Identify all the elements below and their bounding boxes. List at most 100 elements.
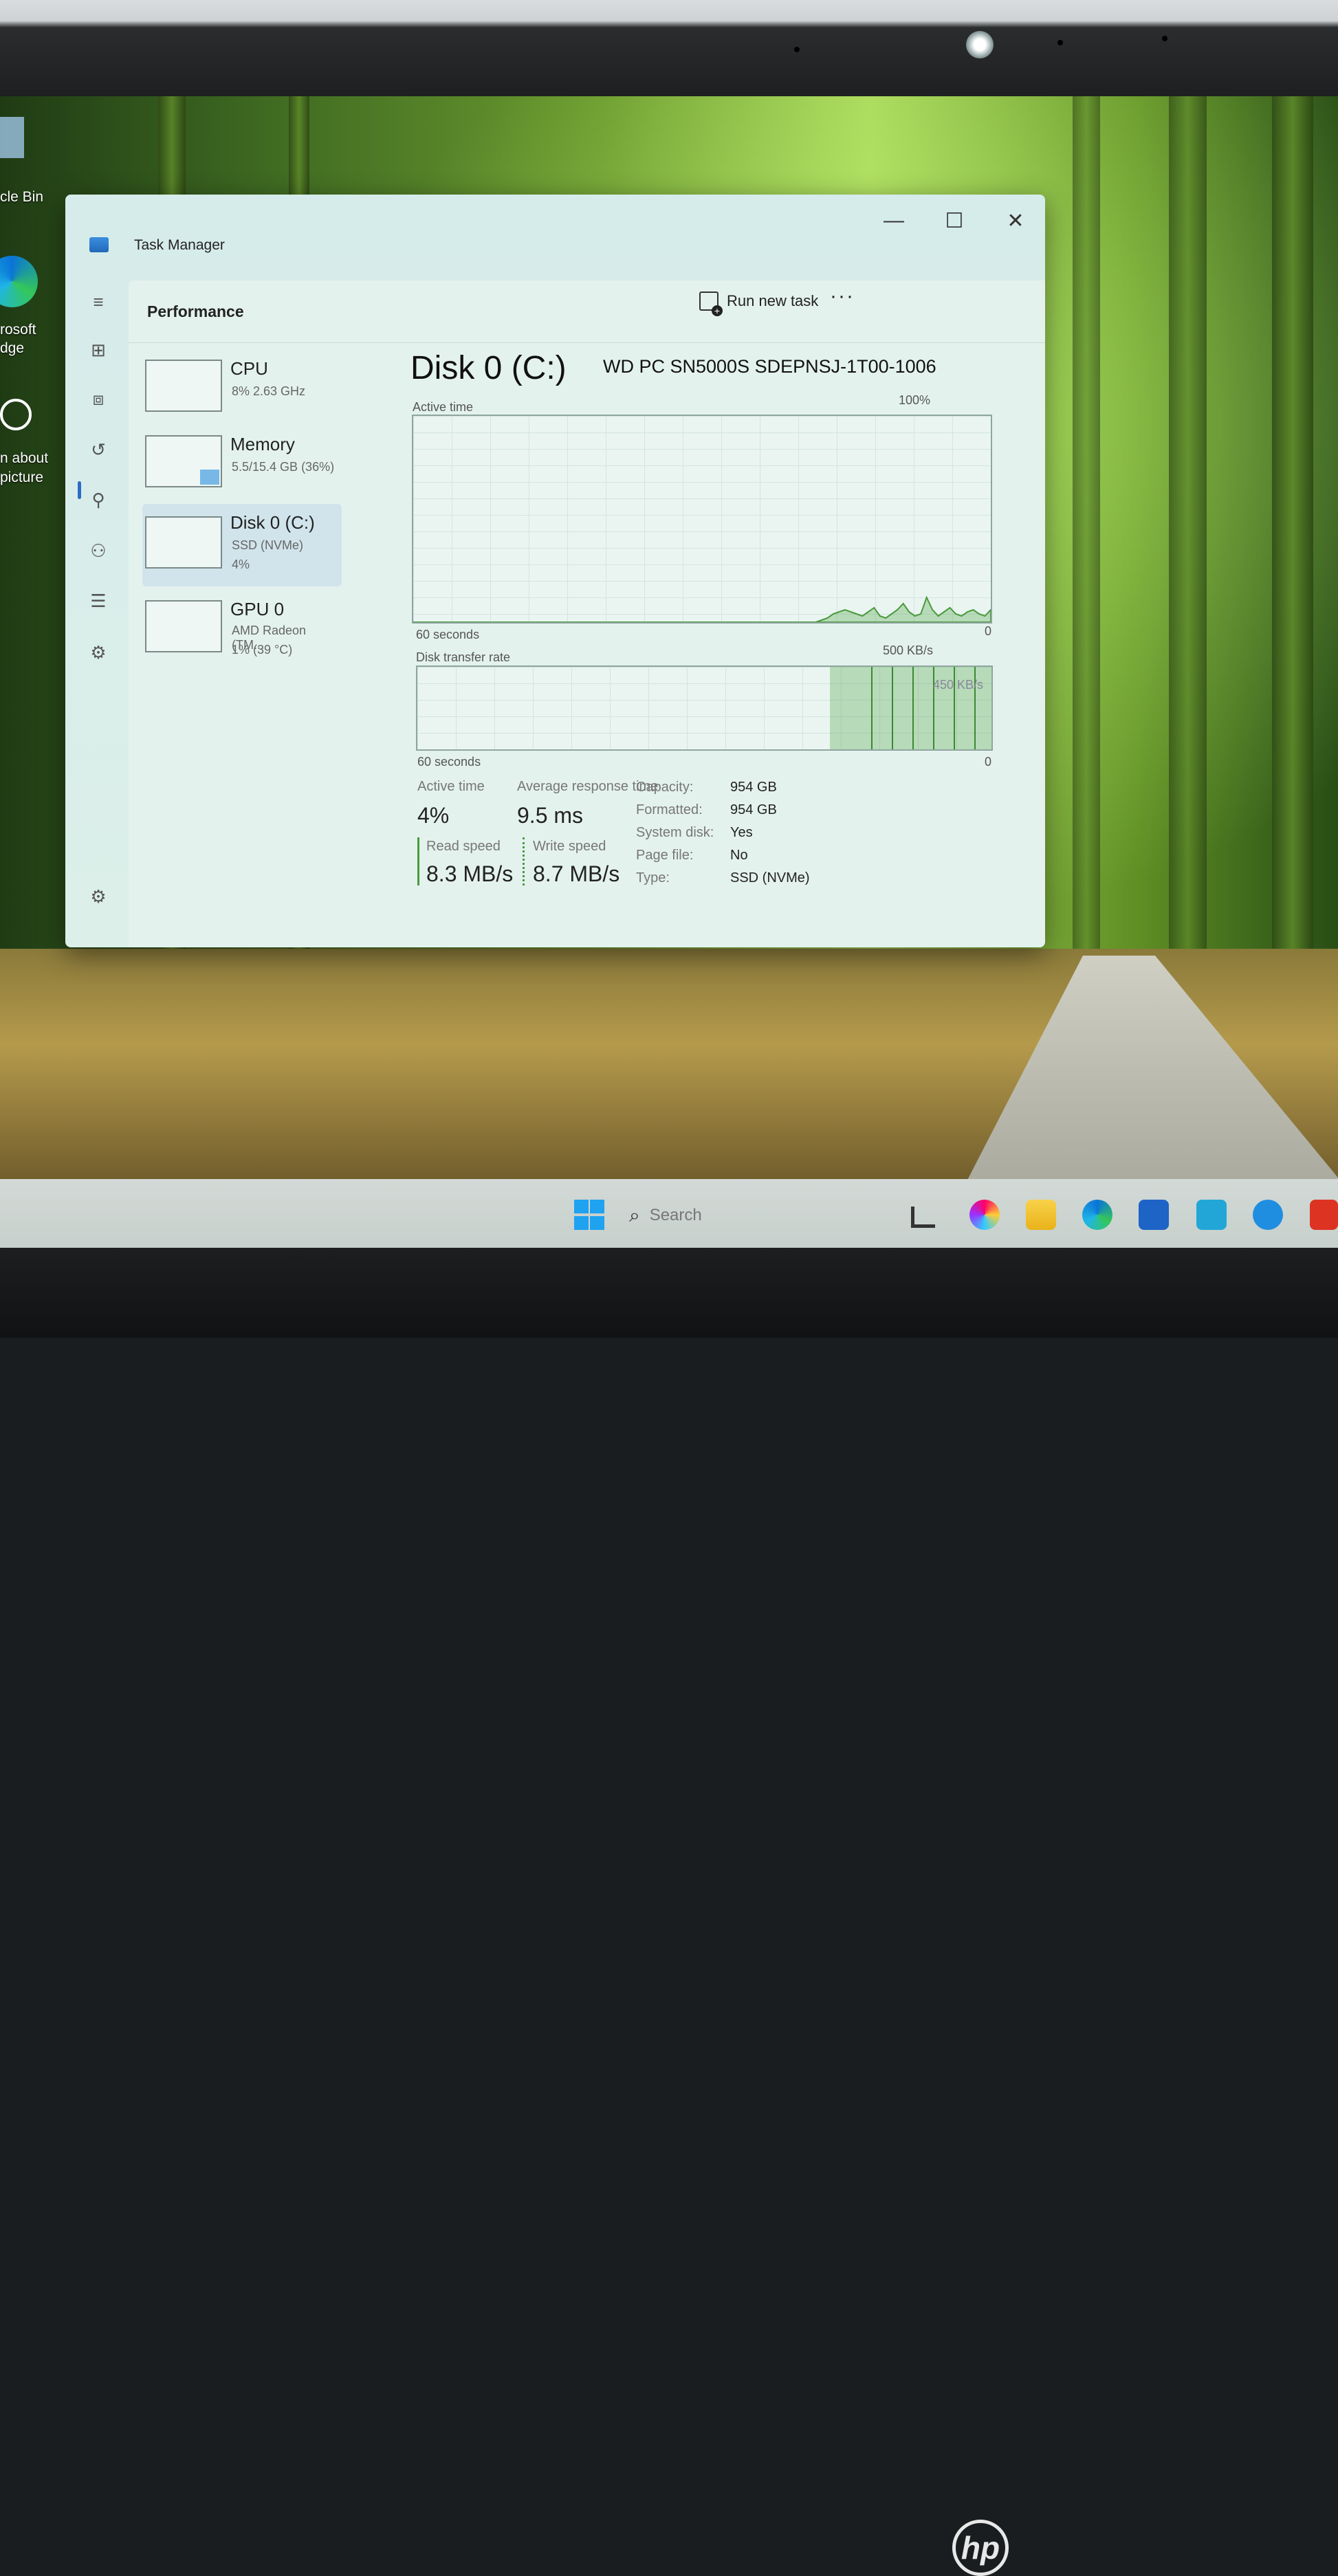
sensor-dot: [794, 47, 800, 52]
transfer-span-label: 60 seconds: [417, 755, 481, 769]
performance-panel: Performance Run new task ··· CPU 8% 2.63…: [129, 280, 1045, 947]
active-indicator: [78, 481, 81, 499]
laptop-bezel-top: [0, 0, 1338, 103]
active-time-graph-label: Active time: [413, 400, 474, 414]
task-manager-app-icon: [89, 237, 109, 252]
transfer-spike: [912, 667, 914, 749]
type-label: Type:: [636, 870, 670, 885]
active-time-stat-value: 4%: [417, 803, 450, 828]
sidebar-item-name: CPU: [230, 358, 268, 379]
webcam: [966, 31, 994, 58]
wallpaper-bamboo: [1073, 96, 1100, 990]
avg-response-value: 9.5 ms: [517, 803, 584, 828]
run-new-task-label: Run new task: [727, 292, 819, 309]
active-time-span-label: 60 seconds: [416, 628, 480, 641]
performance-icon[interactable]: ⧈: [87, 388, 109, 410]
recycle-bin-icon[interactable]: [0, 117, 24, 158]
left-nav: ≡ ⊞ ⧈ ↺ ⚲ ⚇ ☰ ⚙ ⚙: [65, 270, 131, 947]
desktop-icon-label: rosoft: [0, 322, 36, 338]
sidebar-item-sub: 1% (39 °C): [232, 643, 293, 657]
maximize-button[interactable]: ☐: [941, 207, 968, 234]
details-icon[interactable]: ☰: [87, 590, 109, 612]
services-icon[interactable]: ⚙: [87, 641, 109, 663]
active-time-area: [413, 595, 991, 622]
gpu-mini-graph: [145, 600, 222, 652]
window-title: Task Manager: [134, 237, 225, 253]
write-speed-label: Write speed: [533, 839, 606, 854]
processes-icon[interactable]: ⊞: [87, 339, 109, 361]
learn-about-picture-icon[interactable]: [0, 399, 32, 430]
users-icon[interactable]: ⚇: [87, 540, 109, 562]
title-bar[interactable]: Task Manager — ☐ ✕: [65, 195, 1045, 270]
sidebar-item-name: Memory: [230, 434, 295, 454]
transfer-rate-max-label: 500 KB/s: [883, 643, 934, 657]
edge-icon[interactable]: [0, 256, 38, 307]
write-speed-marker: [523, 837, 525, 885]
cpu-mini-graph: [145, 360, 222, 412]
capacity-label: Capacity:: [636, 780, 694, 795]
sidebar-item-sub: 5.5/15.4 GB (36%): [232, 460, 335, 474]
transfer-min-label: 0: [985, 755, 992, 769]
formatted-value: 954 GB: [730, 802, 777, 817]
sidebar-item-disk[interactable]: Disk 0 (C:) SSD (NVMe) 4%: [142, 504, 342, 586]
edge-taskbar-icon[interactable]: [1082, 1200, 1112, 1230]
store-icon[interactable]: [1139, 1200, 1169, 1230]
transfer-spike: [871, 667, 873, 749]
sensor-dot: [1057, 40, 1063, 45]
file-explorer-icon[interactable]: [1026, 1200, 1056, 1230]
sidebar-item-name: Disk 0 (C:): [230, 512, 315, 533]
sidebar-item-sub: 4%: [232, 558, 250, 571]
transfer-spike: [892, 667, 893, 749]
task-manager-window: Task Manager — ☐ ✕ ≡ ⊞ ⧈ ↺ ⚲ ⚇ ☰ ⚙ ⚙ Per…: [65, 195, 1045, 947]
disk-title: Disk 0 (C:): [410, 350, 567, 386]
active-time-min-label: 0: [985, 624, 992, 638]
system-disk-value: Yes: [730, 825, 753, 840]
sensor-dot: [1162, 36, 1167, 41]
search-placeholder: Search: [649, 1206, 702, 1224]
laptop-bezel-bottom: hp: [0, 1248, 1338, 2576]
mcafee-icon[interactable]: [1310, 1200, 1338, 1230]
read-speed-label: Read speed: [426, 839, 501, 854]
read-speed-marker: [417, 837, 419, 885]
settings-icon[interactable]: ⚙: [87, 885, 109, 907]
formatted-label: Formatted:: [636, 802, 703, 817]
sidebar-item-memory[interactable]: Memory 5.5/15.4 GB (36%): [142, 428, 342, 494]
minimize-button[interactable]: —: [880, 207, 908, 234]
sidebar-item-name: GPU 0: [230, 599, 285, 619]
app-history-icon[interactable]: ↺: [87, 439, 109, 461]
sidebar-item-sub: 8% 2.63 GHz: [232, 384, 306, 398]
page-file-label: Page file:: [636, 848, 694, 863]
taskbar: ⌕ Search: [0, 1179, 1338, 1255]
more-options-icon[interactable]: ···: [830, 285, 855, 308]
myhp-icon[interactable]: [1196, 1200, 1227, 1230]
active-time-max-label: 100%: [899, 393, 931, 407]
copilot-icon[interactable]: [969, 1200, 1000, 1230]
wallpaper-bamboo: [1169, 96, 1207, 990]
taskbar-search[interactable]: ⌕ Search: [629, 1196, 877, 1235]
transfer-inner-label: 450 KB/s: [933, 678, 984, 692]
active-time-stat-label: Active time: [417, 779, 485, 794]
widgets-icon[interactable]: [911, 1207, 935, 1228]
disk-model: WD PC SN5000S SDEPNSJ-1T00-1006: [603, 356, 936, 377]
type-value: SSD (NVMe): [730, 870, 810, 885]
disk-mini-graph: [145, 516, 222, 569]
run-task-icon: [699, 291, 723, 316]
desktop-icon-label: dge: [0, 340, 25, 356]
close-button[interactable]: ✕: [1002, 207, 1029, 234]
help-icon[interactable]: [1253, 1200, 1283, 1230]
run-new-task-button[interactable]: Run new task: [699, 291, 819, 316]
search-icon: ⌕: [629, 1204, 640, 1226]
windows-start-icon[interactable]: [574, 1200, 604, 1230]
active-time-graph: [412, 415, 992, 624]
panel-header: Performance Run new task ···: [129, 280, 1045, 343]
transfer-rate-graph: 450 KB/s: [416, 665, 993, 751]
memory-mini-graph: [145, 435, 222, 487]
write-speed-value: 8.7 MB/s: [533, 861, 620, 886]
hp-logo: hp: [952, 2520, 1009, 2576]
page-file-value: No: [730, 848, 748, 863]
transfer-rate-graph-label: Disk transfer rate: [416, 650, 511, 664]
sidebar-item-gpu[interactable]: GPU 0 AMD Radeon (TM... 1% (39 °C): [142, 593, 342, 676]
startup-apps-icon[interactable]: ⚲: [87, 489, 109, 511]
hamburger-menu-icon[interactable]: ≡: [87, 291, 109, 313]
sidebar-item-cpu[interactable]: CPU 8% 2.63 GHz: [142, 353, 342, 419]
